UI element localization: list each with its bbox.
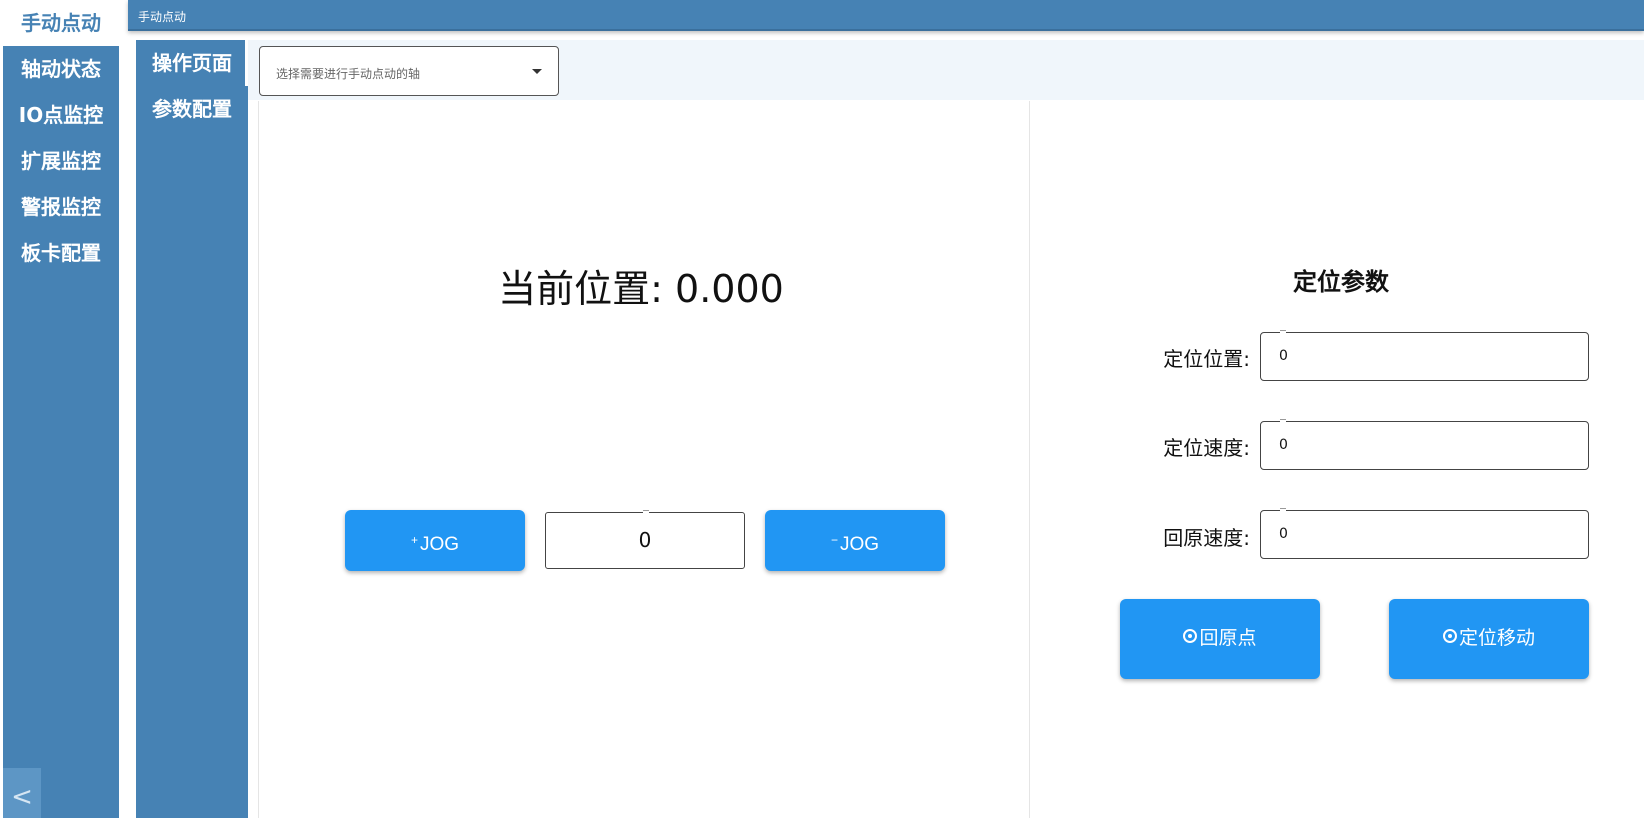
position-input[interactable]: 0 [1260,332,1589,381]
home-speed-field-label: 回原速度: [1163,526,1250,550]
position-input-value: 0 [1279,348,1288,364]
input-notch [643,510,649,513]
jog-plus-button[interactable]: + JOG [345,510,525,571]
nav-item-io-monitor[interactable]: IO点监控 [3,92,119,138]
caret-down-icon [532,69,542,74]
nav-item-label: IO点监控 [18,103,104,127]
tab-label: 参数配置 [152,97,232,121]
plus-sign: + [410,533,418,547]
move-button-label: 定位移动 [1458,628,1535,649]
tab-operation-page[interactable]: 操作页面 [136,40,248,86]
nav-item-alarm-monitor[interactable]: 警报监控 [3,184,119,230]
axis-select-placeholder: 选择需要进行手动点动的轴 [276,67,421,81]
window-title: 手动点动 [138,10,187,24]
nav-item-axis-status[interactable]: 轴动状态 [3,46,119,92]
jog-step-value: 0 [638,528,652,552]
speed-input[interactable]: 0 [1260,421,1589,470]
nav-item-label: 板卡配置 [21,241,101,265]
tab-label: 操作页面 [152,51,232,75]
nav-item-manual-jog[interactable]: 手动点动 [3,0,119,46]
current-position-label: 当前位置: [498,267,663,311]
jog-step-input[interactable]: 0 [545,512,745,569]
nav-item-board-config[interactable]: 板卡配置 [3,230,119,276]
title-bar: 手动点动 [128,0,1644,31]
current-position-value: 0.000 [675,267,784,311]
params-title: 定位参数 [1293,268,1389,296]
speed-input-value: 0 [1279,437,1288,453]
nav-item-label: 扩展监控 [21,149,101,173]
tab-parameter-config[interactable]: 参数配置 [136,86,248,132]
nav-item-label: 轴动状态 [21,57,101,81]
speed-field-label: 定位速度: [1163,436,1250,460]
nav-item-label: 警报监控 [21,195,101,219]
collapse-nav-button[interactable]: < [3,768,41,818]
input-notch [1280,330,1286,333]
move-to-position-button[interactable]: 定位移动 [1389,599,1589,679]
nav-item-label: 手动点动 [21,11,101,35]
target-icon [1183,629,1198,643]
jog-panel [258,101,1030,818]
target-icon [1442,629,1457,643]
main-nav: 手动点动 轴动状态 IO点监控 扩展监控 警报监控 板卡配置 < [3,0,119,818]
input-notch [1280,508,1286,511]
axis-select[interactable]: 选择需要进行手动点动的轴 [259,46,559,96]
jog-minus-button[interactable]: − JOG [765,510,945,571]
home-button-label: 回原点 [1199,628,1257,649]
sub-nav: 操作页面 参数配置 [136,40,248,818]
nav-divider [119,0,128,818]
position-field-label: 定位位置: [1163,347,1250,371]
minus-sign: − [830,533,838,547]
home-button[interactable]: 回原点 [1120,599,1320,679]
nav-item-extension-monitor[interactable]: 扩展监控 [3,138,119,184]
home-speed-input[interactable]: 0 [1260,510,1589,559]
input-notch [1280,419,1286,422]
jog-label: JOG [839,534,880,555]
current-position-readout: 当前位置: 0.000 [258,258,1024,313]
chevron-left-icon: < [11,782,33,812]
jog-label: JOG [419,534,460,555]
home-speed-input-value: 0 [1279,526,1288,542]
